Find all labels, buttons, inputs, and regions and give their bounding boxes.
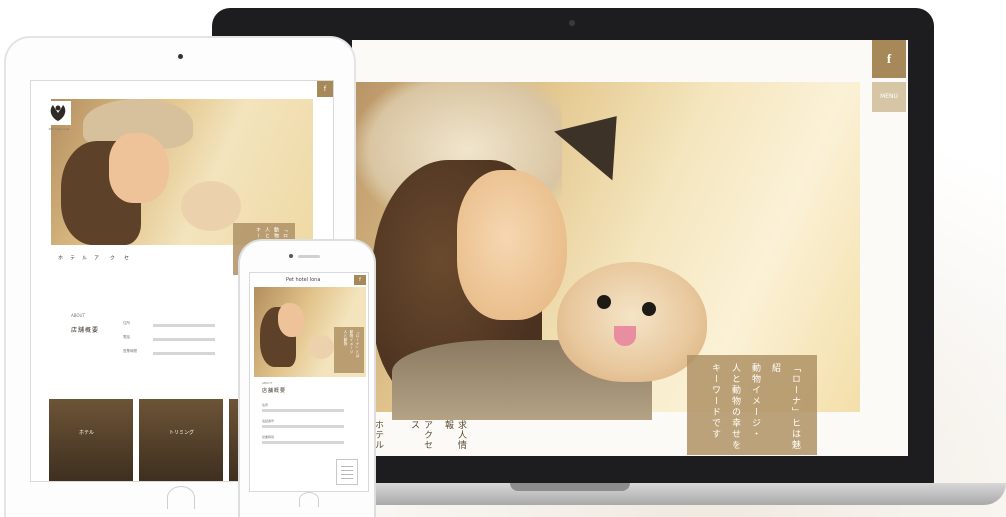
dog-eye (642, 302, 656, 316)
tablet-home-button[interactable] (167, 486, 195, 509)
tagline-box: 「ローナ」ヒは魅紹 動物イメージ・ 人と動物の幸せを キーワードです (687, 355, 817, 455)
tablet-hero-face (109, 133, 169, 203)
dog-tongue (614, 326, 636, 346)
phone-section-title: 店舗概要 (262, 388, 287, 394)
info-row: 営業時間 (123, 349, 223, 359)
phone-header: Pet hotel lona (250, 275, 368, 287)
section-label: ABOUT (71, 313, 85, 318)
tagline-text: 「ローナ」ヒは魅紹 動物イメージ・ 人と動物の幸せを キーワードです (710, 363, 800, 451)
tablet-nav-item[interactable]: テ (69, 255, 75, 260)
laptop-notch (510, 483, 630, 491)
tablet-nav-item[interactable]: セ (123, 255, 129, 260)
phone-hero-face (278, 303, 304, 337)
phone-hero-dog (308, 335, 334, 359)
phone-tagline-text: 「ローナ」とは 動物イメージ 人と動物 (344, 330, 360, 358)
phone-speaker (298, 255, 320, 258)
hero-dog (557, 262, 707, 382)
gallery-photo[interactable]: トリミング (139, 399, 223, 481)
logo-text: Pet hotel lona (48, 127, 70, 131)
phone-field-label: 住所 (262, 403, 269, 407)
nav-item-access[interactable]: アクセス (408, 420, 434, 456)
menu-button[interactable]: MENU (872, 82, 906, 112)
phone-field-line (262, 425, 344, 428)
phone-field-line (262, 409, 344, 412)
dog-eye (597, 295, 611, 309)
phone-doc-card[interactable] (336, 459, 358, 485)
facebook-icon[interactable]: f (317, 81, 333, 97)
info-row: 住所 (123, 321, 223, 331)
facebook-icon[interactable]: f (872, 40, 906, 78)
tablet-nav: ホ テ ル ア ク セ (57, 255, 157, 281)
phone-field-label: 電話番号 (262, 419, 275, 423)
tablet-nav-item[interactable]: ホ (57, 255, 63, 260)
nav-item-recruit[interactable]: 求人情報 (442, 420, 468, 456)
phone-screen: Pet hotel lona f 「ローナ」とは 動物イメージ 人と動物 ABO… (249, 272, 369, 492)
phone-field-label: 営業時間 (262, 435, 275, 439)
facebook-icon[interactable]: f (354, 275, 366, 285)
laptop-base (300, 483, 1006, 505)
tablet-nav-item[interactable]: ル (81, 255, 87, 260)
hero-face (457, 170, 567, 320)
phone-field-line (262, 441, 344, 444)
tablet-nav-item[interactable]: ク (109, 255, 115, 260)
tablet-camera (178, 54, 183, 59)
logo-icon[interactable] (45, 101, 71, 125)
phone-camera (289, 254, 293, 258)
section-title: 店舗概要 (71, 327, 100, 334)
info-row: 電話 (123, 335, 223, 345)
laptop-screen: f MENU 「ローナ」ヒは魅紹 動物イメージ・ 人と動物の幸せを キーワードで… (352, 40, 908, 456)
phone-home-button[interactable] (299, 492, 319, 507)
phone-logo-text[interactable]: Pet hotel lona (286, 277, 320, 283)
phone-tagline-box: 「ローナ」とは 動物イメージ 人と動物 (334, 327, 364, 373)
gallery-photo[interactable]: ホテル (49, 399, 133, 481)
tablet-hero-dog (181, 181, 241, 231)
tablet-nav-item[interactable]: ア (93, 255, 99, 260)
laptop-camera (569, 20, 575, 26)
phone-section-label: ABOUT (262, 381, 273, 385)
